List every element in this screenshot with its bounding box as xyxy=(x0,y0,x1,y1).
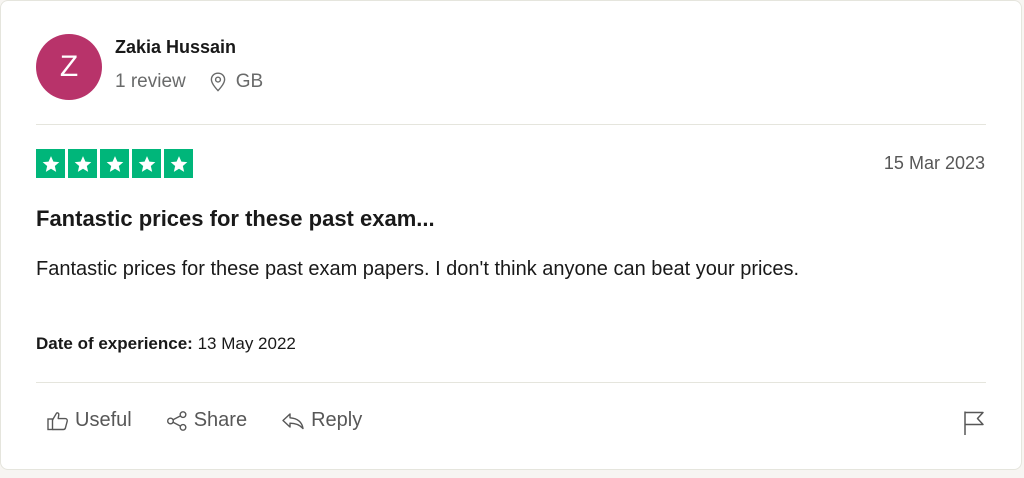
star-rating xyxy=(36,149,193,178)
reviewer-location: GB xyxy=(210,71,263,93)
share-button[interactable]: Share xyxy=(166,409,247,432)
experience-date: 13 May 2022 xyxy=(197,334,296,353)
reply-label: Reply xyxy=(311,409,363,431)
useful-label: Useful xyxy=(75,409,132,431)
avatar-initial: Z xyxy=(59,50,79,83)
divider-top xyxy=(36,124,986,125)
report-flag-button[interactable] xyxy=(962,410,986,441)
avatar[interactable]: Z xyxy=(36,34,102,100)
star-icon xyxy=(36,149,65,178)
location-pin-icon xyxy=(210,72,226,92)
star-icon xyxy=(164,149,193,178)
thumbs-up-icon xyxy=(47,411,68,430)
share-label: Share xyxy=(193,409,248,431)
reviewer-meta: 1 review GB xyxy=(115,71,263,93)
divider-bottom xyxy=(36,382,986,383)
review-title[interactable]: Fantastic prices for these past exam... xyxy=(36,206,435,232)
star-icon xyxy=(100,149,129,178)
country-code: GB xyxy=(235,71,264,92)
reviewer-name[interactable]: Zakia Hussain xyxy=(115,37,236,58)
flag-icon xyxy=(964,411,984,435)
review-date: 15 Mar 2023 xyxy=(883,153,985,173)
review-text: Fantastic prices for these past exam pap… xyxy=(36,258,800,280)
reply-icon xyxy=(282,412,304,429)
review-card: Z Zakia Hussain 1 review GB 15 Mar 2023 … xyxy=(0,0,1022,470)
share-icon xyxy=(166,410,187,431)
reply-button[interactable]: Reply xyxy=(281,409,362,432)
useful-button[interactable]: Useful xyxy=(47,409,132,432)
star-icon xyxy=(68,149,97,178)
date-of-experience: Date of experience: 13 May 2022 xyxy=(36,334,296,354)
experience-label: Date of experience: xyxy=(36,334,193,353)
review-count: 1 review xyxy=(115,71,186,92)
star-icon xyxy=(132,149,161,178)
review-actions: Useful Share Reply xyxy=(47,409,362,432)
